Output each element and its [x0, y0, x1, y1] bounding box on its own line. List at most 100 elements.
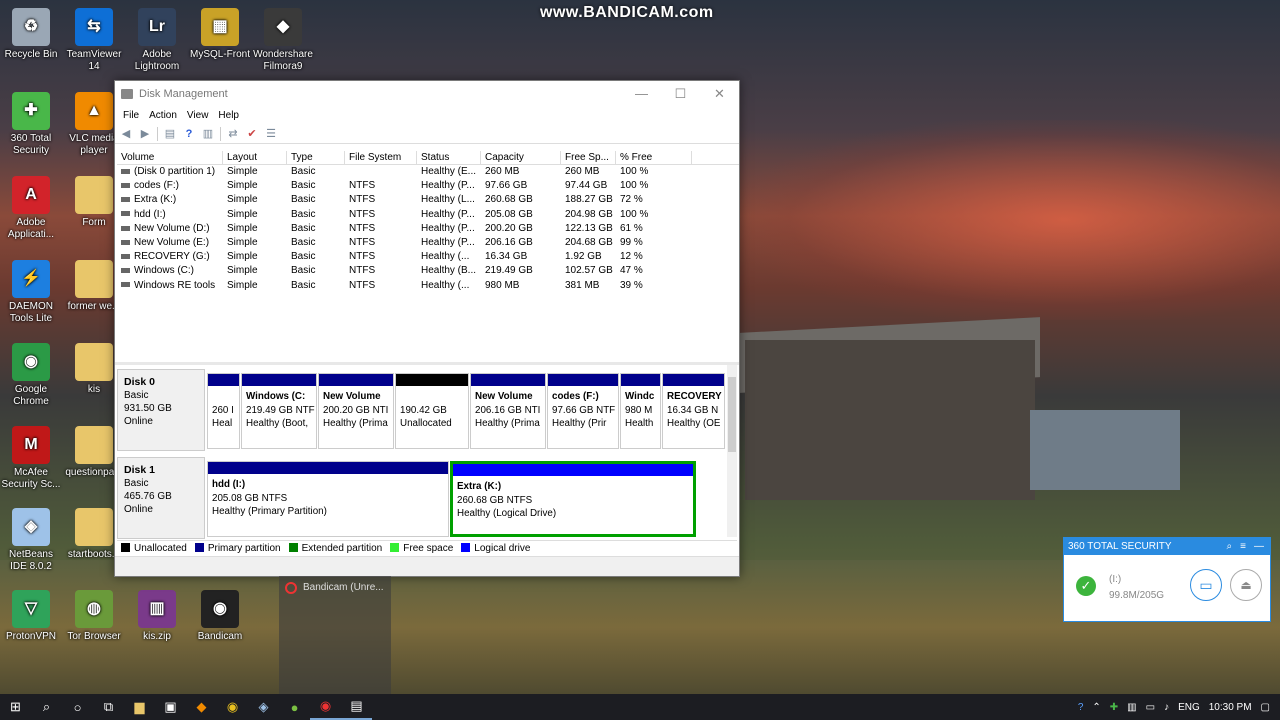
volume-icon [121, 239, 130, 245]
partition-block[interactable]: Windows (C: 219.49 GB NTF Healthy (Boot, [241, 373, 317, 449]
table-row[interactable]: New Volume (D:) Simple Basic NTFS Healthy (P… [117, 222, 739, 236]
table-row[interactable]: Windows RE tools Simple Basic NTFS Healthy (… [117, 279, 739, 293]
close-icon[interactable]: ✕ [700, 86, 739, 102]
menu-view[interactable]: View [182, 110, 214, 121]
partition-size: 980 M [625, 404, 653, 416]
disk-label[interactable]: Disk 0 Basic 931.50 GB Online [117, 369, 205, 451]
cortana-icon[interactable]: ○ [62, 700, 93, 715]
col-free-space[interactable]: Free Sp... [561, 151, 616, 164]
help-icon[interactable]: ? [182, 128, 196, 140]
partition-block[interactable]: New Volume 200.20 GB NTI Healthy (Prima [318, 373, 394, 449]
partition-block[interactable]: codes (F:) 97.66 GB NTF Healthy (Prir [547, 373, 619, 449]
back-icon[interactable]: ◀ [119, 128, 133, 140]
minimize-icon[interactable]: — [622, 86, 661, 102]
360-tray-icon[interactable]: ✚ [1110, 702, 1118, 713]
partition-block[interactable]: 260 I Heal [207, 373, 240, 449]
chrome-icon[interactable]: ◉ [217, 699, 248, 715]
partition-block[interactable]: New Volume 206.16 GB NTI Healthy (Prima [470, 373, 546, 449]
file-explorer-icon[interactable]: ▆ [124, 699, 155, 715]
desktop-icon[interactable]: ◍ Tor Browser [63, 590, 125, 643]
desktop-icon[interactable]: ▽ ProtonVPN [0, 590, 62, 643]
start-windows-icon[interactable]: ⊞ [0, 699, 31, 715]
desktop-icon[interactable]: A Adobe Applicati... [0, 176, 62, 241]
col-layout[interactable]: Layout [223, 151, 287, 164]
search-icon[interactable]: ⌕ [31, 699, 62, 715]
table-row[interactable]: Windows (C:) Simple Basic NTFS Healthy (B...… [117, 264, 739, 278]
table-row[interactable]: hdd (I:) Simple Basic NTFS Healthy (P... 205.… [117, 208, 739, 222]
network-icon[interactable]: ▥ [1127, 702, 1136, 713]
volume-icon [121, 268, 130, 274]
desktop-icon[interactable]: ◈ NetBeans IDE 8.0.2 [0, 508, 62, 573]
volume-icon [121, 225, 130, 231]
col-status[interactable]: Status [417, 151, 481, 164]
table-row[interactable]: (Disk 0 partition 1) Simple Basic Healthy (… [117, 165, 739, 179]
title-bar[interactable]: Disk Management — ☐ ✕ [115, 81, 739, 107]
partition-block[interactable]: Windc 980 M Health [620, 373, 661, 449]
volume-rows: (Disk 0 partition 1) Simple Basic Healthy (… [117, 165, 739, 293]
cell-free-space: 381 MB [565, 279, 600, 291]
menu-action[interactable]: Action [144, 110, 182, 121]
list-view-icon[interactable]: ☰ [264, 128, 278, 140]
maximize-icon[interactable]: ☐ [661, 86, 700, 102]
system-tray: ? ⌃ ✚ ▥ ▭ ♪ ENG 10:30 PM ▢ [1078, 702, 1280, 713]
partition-block[interactable]: 190.42 GB Unallocated [395, 373, 469, 449]
cell-file-system: NTFS [349, 194, 376, 206]
col-file-system[interactable]: File System [345, 151, 417, 164]
language-indicator[interactable]: ENG [1178, 702, 1200, 713]
desktop-icon[interactable]: M McAfee Security Sc... [0, 426, 62, 491]
app-icon[interactable]: ◈ [248, 699, 279, 715]
bandicam-taskbar-preview[interactable]: Bandicam (Unre... [279, 576, 391, 694]
console-tree-icon[interactable]: ▤ [163, 128, 177, 140]
forward-icon[interactable]: ▶ [138, 128, 152, 140]
col-volume[interactable]: Volume [117, 151, 223, 164]
partition-block[interactable]: hdd (I:) 205.08 GB NTFS Healthy (Primary P… [207, 461, 449, 537]
android-icon[interactable]: ● [279, 700, 310, 715]
desktop-icon[interactable]: ▥ kis.zip [126, 590, 188, 643]
volume-icon[interactable]: ♪ [1164, 702, 1169, 713]
check-icon[interactable]: ✔ [245, 128, 259, 140]
eject-button[interactable]: ⏏ [1230, 569, 1262, 601]
help-icon[interactable]: ? [1078, 702, 1084, 713]
desktop-icon[interactable]: ◉ Google Chrome [0, 343, 62, 408]
bandicam-task-icon[interactable]: ◉ [310, 694, 341, 720]
task-view-icon[interactable]: ⧉ [93, 699, 124, 715]
sublime-icon[interactable]: ◆ [186, 699, 217, 715]
scrollbar-thumb[interactable] [728, 377, 736, 452]
desktop-icon[interactable]: Lr Adobe Lightroom [126, 8, 188, 73]
disk-label[interactable]: Disk 1 Basic 465.76 GB Online [117, 457, 205, 539]
desktop-icon[interactable]: ◆ Wondershare Filmora9 [252, 8, 314, 73]
col-percent-free[interactable]: % Free [616, 151, 692, 164]
menu-file[interactable]: File [118, 110, 144, 121]
graph-scrollbar[interactable] [727, 365, 737, 537]
battery-icon[interactable]: ▭ [1146, 702, 1155, 713]
disk-management-task-icon[interactable]: ▤ [341, 694, 372, 720]
table-row[interactable]: Extra (K:) Simple Basic NTFS Healthy (L... 26… [117, 193, 739, 207]
partition-block[interactable]: RECOVERY 16.34 GB N Healthy (OE [662, 373, 725, 449]
minimize-icon[interactable]: — [1254, 538, 1264, 555]
volume-icon [121, 168, 130, 174]
desktop-icon[interactable]: ◉ Bandicam [189, 590, 251, 643]
desktop-icon[interactable]: ▦ MySQL-Front [189, 8, 251, 61]
properties-icon[interactable]: ▥ [201, 128, 215, 140]
search-icon[interactable]: ⌕ [1227, 538, 1233, 555]
store-icon[interactable]: ▣ [155, 699, 186, 715]
table-row[interactable]: RECOVERY (G:) Simple Basic NTFS Healthy (...… [117, 250, 739, 264]
desktop-icon[interactable]: ⇆ TeamViewer 14 [63, 8, 125, 73]
menu-help[interactable]: Help [213, 110, 244, 121]
desktop-icon[interactable]: ✚ 360 Total Security [0, 92, 62, 157]
cell-free-space: 204.98 GB [565, 208, 613, 220]
table-row[interactable]: codes (F:) Simple Basic NTFS Healthy (P... 97… [117, 179, 739, 193]
desktop-icon[interactable]: ⚡ DAEMON Tools Lite [0, 260, 62, 325]
table-row[interactable]: New Volume (E:) Simple Basic NTFS Healthy (P… [117, 236, 739, 250]
connect-icon[interactable]: ⇄ [226, 128, 240, 140]
col-capacity[interactable]: Capacity [481, 151, 561, 164]
clock[interactable]: 10:30 PM [1209, 702, 1252, 713]
desktop-icon[interactable]: ♻ Recycle Bin [0, 8, 62, 61]
chevron-up-icon[interactable]: ⌃ [1092, 702, 1100, 713]
open-folder-button[interactable]: ▭ [1190, 569, 1222, 601]
col-type[interactable]: Type [287, 151, 345, 164]
menu-icon[interactable]: ≡ [1240, 538, 1246, 555]
partition-block[interactable]: Extra (K:) 260.68 GB NTFS Healthy (Logical… [450, 461, 696, 537]
disk-row: Disk 1 Basic 465.76 GB Online hdd (I:) 205.08… [117, 457, 727, 539]
notifications-icon[interactable]: ▢ [1261, 702, 1270, 713]
